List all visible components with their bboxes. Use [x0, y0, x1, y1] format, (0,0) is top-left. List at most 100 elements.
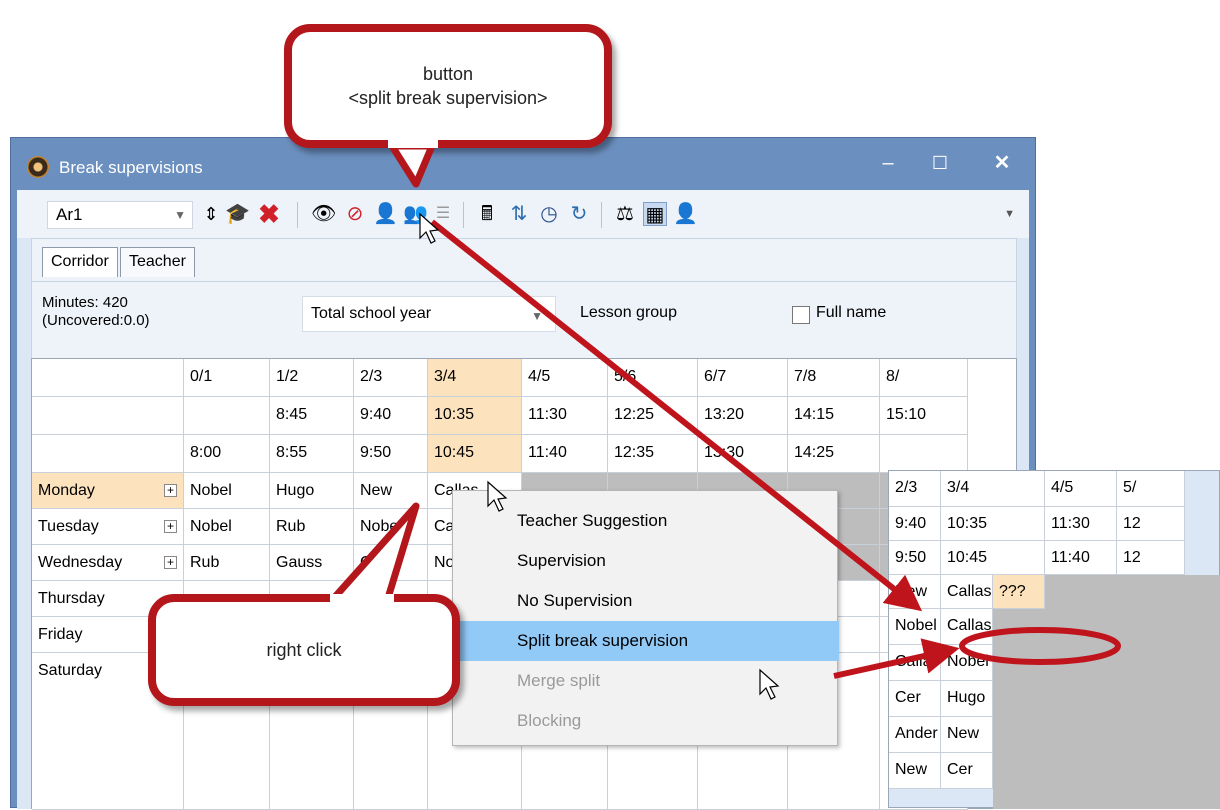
inset-cell[interactable]: New [889, 575, 941, 609]
inset-header-cell: 4/5 [1045, 471, 1117, 507]
menu-item-supervision[interactable]: Supervision [453, 541, 839, 581]
close-button[interactable]: ✕ [977, 146, 1027, 180]
supervision-cell[interactable]: Nobel [184, 509, 270, 545]
inset-cell[interactable]: Cer [941, 753, 993, 789]
supervision-cell[interactable]: Nobel [184, 473, 270, 509]
day-label: Wednesday [32, 545, 184, 581]
column-header-start [184, 397, 270, 435]
toolbar-separator [463, 202, 464, 228]
transfer-icon[interactable]: ⇅ [507, 202, 531, 226]
filter-bar: Minutes: 420 (Uncovered:0.0) Total schoo… [31, 282, 1017, 358]
inset-header-cell: 3/4 [941, 471, 1045, 507]
supervision-cell[interactable]: Ca [354, 545, 428, 581]
column-header-break: 7/8 [788, 359, 880, 397]
app-clock-icon [27, 156, 49, 178]
column-header-break: 3/4 [428, 359, 522, 397]
expand-icon[interactable]: + [164, 520, 177, 533]
minutes-summary: Minutes: 420 (Uncovered:0.0) [42, 294, 150, 330]
column-header-start: 15:10 [880, 397, 968, 435]
element-select-value: Ar1 [56, 205, 83, 224]
column-header-end [880, 435, 968, 473]
view-icon[interactable]: ▦ [643, 202, 667, 226]
column-header-end: 11:40 [522, 435, 608, 473]
period-select[interactable]: Total school year ▼ [302, 296, 556, 332]
inset-cell[interactable]: Callas [889, 645, 941, 681]
window-title: Break supervisions [59, 158, 203, 177]
header-corner-cell [32, 359, 184, 397]
inset-cell[interactable]: Nobel [889, 609, 941, 645]
column-header-start: 10:35 [428, 397, 522, 435]
column-header-break: 5/6 [608, 359, 698, 397]
inset-header-cell: 9:50 [889, 541, 941, 575]
full-name-label[interactable]: Full name [816, 304, 886, 322]
column-header-end: 9:50 [354, 435, 428, 473]
menu-item-merge-split[interactable]: Merge split [453, 661, 839, 701]
supervision-cell[interactable]: Gauss [270, 545, 354, 581]
inset-header-cell: 10:45 [941, 541, 1045, 575]
inset-cell[interactable]: Ander [889, 717, 941, 753]
chevron-down-icon[interactable]: ▼ [531, 299, 543, 333]
assign-icon[interactable]: ☰ [431, 202, 455, 226]
expand-icon[interactable]: + [164, 484, 177, 497]
column-header-start: 13:20 [698, 397, 788, 435]
split-supervision-icon[interactable]: 👤 [373, 202, 398, 226]
inset-cell[interactable]: ??? [993, 575, 1045, 609]
eye-icon[interactable]: 👁 [311, 202, 336, 226]
supervision-cell[interactable]: New [354, 473, 428, 509]
context-menu: Teacher Suggestion Supervision No Superv… [452, 490, 839, 746]
clock-icon[interactable]: ◷ [537, 202, 561, 226]
column-header-start: 14:15 [788, 397, 880, 435]
header-corner-cell [32, 397, 184, 435]
lesson-group-label[interactable]: Lesson group [580, 304, 677, 322]
teacher-icon[interactable]: 👤 [673, 202, 698, 226]
inset-header-cell: 11:40 [1045, 541, 1117, 575]
maximize-button[interactable]: ☐ [915, 146, 965, 180]
inset-cell[interactable]: Cer [889, 681, 941, 717]
callout-right-click: right click [148, 594, 460, 706]
toolbar: Ar1 ▼ ⇕ 🎓 ✖ 👁 ⊘ 👤 👥 ☰ 🖩 ⇅ ◷ ↻ ⚖ ▦ 👤 ▼ [17, 190, 1029, 238]
tab-corridor[interactable]: Corridor [42, 247, 118, 277]
calculator-icon[interactable]: 🖩 [475, 202, 499, 226]
expand-icon[interactable]: + [164, 556, 177, 569]
inset-header-cell: 9:40 [889, 507, 941, 541]
tab-teacher[interactable]: Teacher [120, 247, 195, 277]
toolbar-overflow-icon[interactable]: ▼ [1004, 208, 1015, 220]
minimize-button[interactable]: – [863, 146, 913, 180]
menu-item-blocking[interactable]: Blocking [453, 701, 839, 741]
split-result-inset: 2/3 3/4 4/5 5/9:40 10:35 11:30 12 9:50 10:45 11:4… [888, 470, 1220, 809]
supervision-cell[interactable]: Nobel [354, 509, 428, 545]
menu-item-no-supervision[interactable]: No Supervision [453, 581, 839, 621]
inset-cell[interactable]: New [941, 717, 993, 753]
menu-item-teacher-suggestion[interactable]: Teacher Suggestion [453, 501, 839, 541]
tab-strip: Corridor Teacher [31, 238, 1017, 282]
refresh-icon[interactable]: ↻ [567, 202, 591, 226]
element-select[interactable]: Ar1 ▼ [47, 201, 193, 229]
balance-icon[interactable]: ⚖ [613, 202, 637, 226]
inset-cell[interactable]: Nobel [941, 645, 993, 681]
column-header-break: 4/5 [522, 359, 608, 397]
callout-right-click-text: right click [266, 640, 342, 660]
full-name-checkbox[interactable] [792, 306, 810, 324]
column-header-break: 0/1 [184, 359, 270, 397]
inset-header-cell: 2/3 [889, 471, 941, 507]
column-header-end: 12:35 [608, 435, 698, 473]
mortarboard-icon[interactable]: 🎓 [225, 202, 250, 226]
column-header-end: 10:45 [428, 435, 522, 473]
merge-supervision-icon[interactable]: 👥 [403, 202, 428, 226]
day-label: Tuesday [32, 509, 184, 545]
supervision-cell[interactable]: Rub [184, 545, 270, 581]
inset-cell[interactable]: Hugo [941, 681, 993, 717]
inset-cell[interactable]: Callas [941, 575, 993, 609]
supervision-cell[interactable]: Rub [270, 509, 354, 545]
callout-button: button <split break supervision> [284, 24, 612, 148]
eye-off-icon[interactable]: ⊘ [343, 202, 367, 226]
menu-item-split-break-supervision[interactable]: Split break supervision [453, 621, 839, 661]
stepper-icon[interactable]: ⇕ [199, 202, 223, 226]
column-header-start: 12:25 [608, 397, 698, 435]
supervision-cell[interactable]: Hugo [270, 473, 354, 509]
chevron-down-icon[interactable]: ▼ [174, 202, 186, 228]
delete-icon[interactable]: ✖ [257, 201, 281, 227]
minutes-total: Minutes: 420 [42, 294, 128, 311]
inset-cell[interactable]: Callas [941, 609, 993, 645]
inset-cell[interactable]: New [889, 753, 941, 789]
